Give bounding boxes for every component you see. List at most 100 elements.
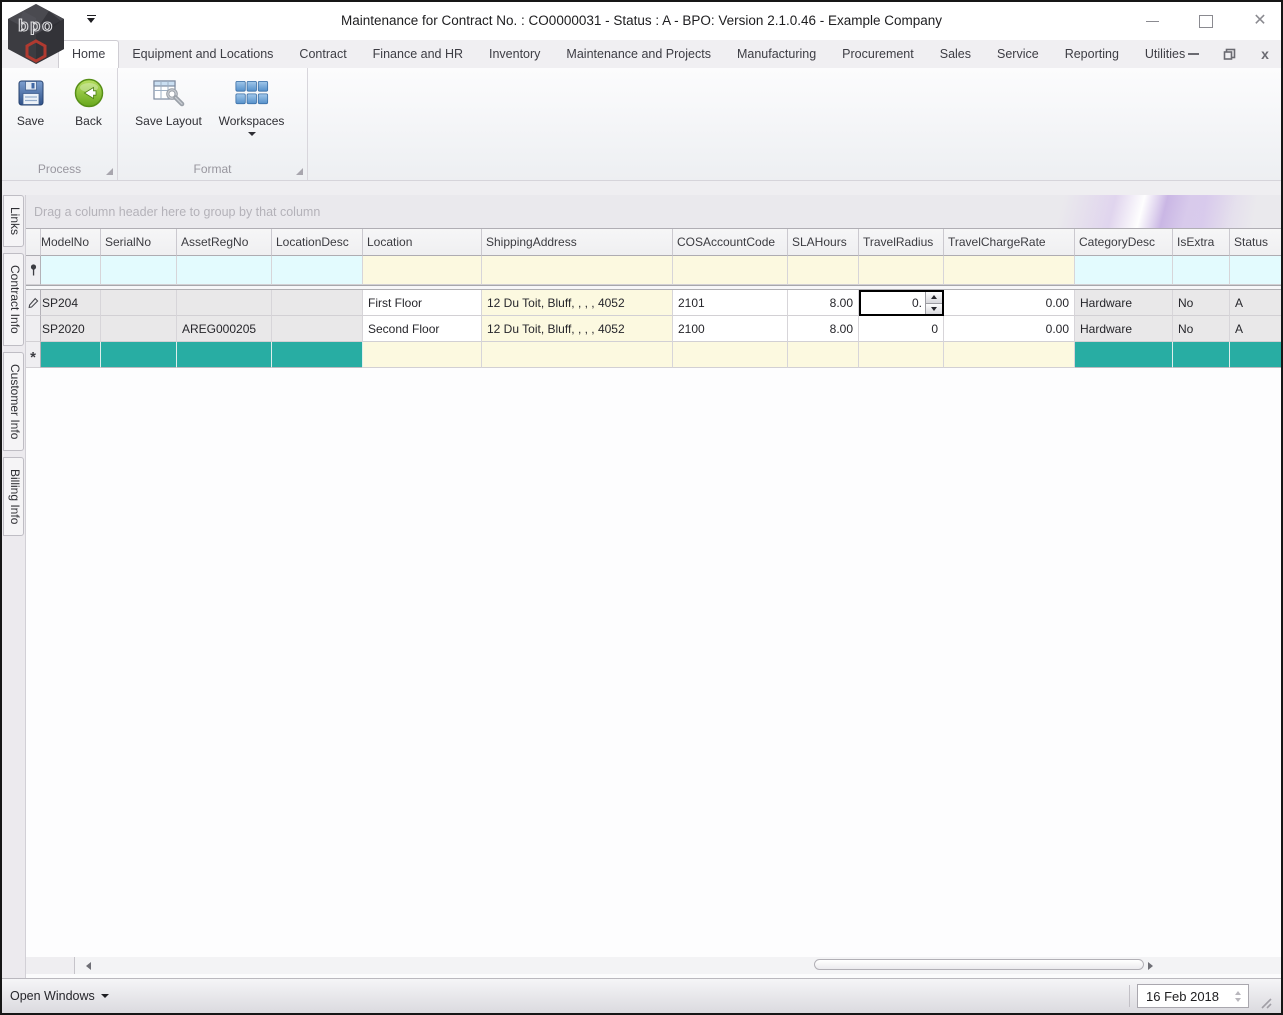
new-cell-serialno[interactable] [101,342,177,368]
cell-status[interactable]: A [1230,290,1281,316]
ribbon-restore-button[interactable] [1219,44,1239,64]
column-header-location[interactable]: Location [363,229,482,256]
tab-inventory[interactable]: Inventory [476,41,553,68]
filter-cell-slahours[interactable] [788,256,859,285]
format-dialog-launcher-icon[interactable] [296,168,303,175]
column-header-shippingaddress[interactable]: ShippingAddress [482,229,673,256]
resize-grip-icon[interactable] [1259,996,1273,1010]
cell-location[interactable]: Second Floor [363,316,482,342]
new-cell-shippingaddress[interactable] [482,342,673,368]
new-cell-cosaccountcode[interactable] [673,342,788,368]
save-button[interactable]: Save [3,76,59,158]
cell-cosaccountcode[interactable]: 2101 [673,290,788,316]
new-cell-modelno[interactable] [41,342,101,368]
date-editor[interactable]: 16 Feb 2018 [1137,984,1249,1008]
column-header-status[interactable]: Status [1230,229,1281,256]
filter-cell-isextra[interactable] [1173,256,1230,285]
cell-locationdesc[interactable] [272,316,363,342]
column-header-modelno[interactable]: ModelNo [41,229,101,256]
new-cell-status[interactable] [1230,342,1281,368]
new-cell-assetregno[interactable] [177,342,272,368]
cell-assetregno[interactable] [177,290,272,316]
cell-travelchargerate[interactable]: 0.00 [944,316,1075,342]
filter-cell-modelno[interactable] [41,256,101,285]
process-dialog-launcher-icon[interactable] [106,168,113,175]
new-cell-isextra[interactable] [1173,342,1230,368]
group-by-panel[interactable]: Drag a column header here to group by th… [26,195,1281,229]
tab-equipment-and-locations[interactable]: Equipment and Locations [119,41,286,68]
window-close-button[interactable]: ✕ [1247,9,1273,33]
column-header-assetregno[interactable]: AssetRegNo [177,229,272,256]
date-spin-buttons[interactable] [1230,990,1248,1002]
tab-reporting[interactable]: Reporting [1052,41,1132,68]
cell-categorydesc[interactable]: Hardware [1075,316,1173,342]
new-cell-location[interactable] [363,342,482,368]
sidebar-tab-contract-info[interactable]: Contract Info [3,253,24,346]
window-minimize-button[interactable] [1139,9,1165,33]
column-header-slahours[interactable]: SLAHours [788,229,859,256]
sidebar-tab-billing-info[interactable]: Billing Info [3,457,24,537]
save-layout-button[interactable]: Save Layout [131,76,207,158]
tab-manufacturing[interactable]: Manufacturing [724,41,829,68]
tab-service[interactable]: Service [984,41,1052,68]
spin-editor-value[interactable]: 0. [861,292,925,314]
tab-procurement[interactable]: Procurement [829,41,927,68]
sidebar-tab-customer-info[interactable]: Customer Info [3,351,24,452]
filter-cell-cosaccountcode[interactable] [673,256,788,285]
cell-modelno[interactable]: SP2020 [41,316,101,342]
sidebar-tab-links[interactable]: Links [3,195,24,248]
filter-cell-serialno[interactable] [101,256,177,285]
tab-sales[interactable]: Sales [927,41,984,68]
column-header-travelradius[interactable]: TravelRadius [859,229,944,256]
cell-shippingaddress[interactable]: 12 Du Toit, Bluff, , , , 4052 [482,316,673,342]
ribbon-close-button[interactable]: x [1255,44,1275,64]
cell-modelno[interactable]: SP204 [41,290,101,316]
filter-cell-locationdesc[interactable] [272,256,363,285]
cell-serialno[interactable] [101,316,177,342]
spin-down-button[interactable] [926,303,942,314]
cell-status[interactable]: A [1230,316,1281,342]
cell-isextra[interactable]: No [1173,316,1230,342]
column-header-locationdesc[interactable]: LocationDesc [272,229,363,256]
column-header-serialno[interactable]: SerialNo [101,229,177,256]
tab-contract[interactable]: Contract [286,41,359,68]
cell-location[interactable]: First Floor [363,290,482,316]
tab-finance-and-hr[interactable]: Finance and HR [360,41,476,68]
horizontal-scrollbar[interactable] [26,957,1281,974]
back-button[interactable]: Back [61,76,117,158]
cell-shippingaddress[interactable]: 12 Du Toit, Bluff, , , , 4052 [482,290,673,316]
filter-cell-travelchargerate[interactable] [944,256,1075,285]
scrollbar-thumb[interactable] [814,959,1144,970]
filter-cell-categorydesc[interactable] [1075,256,1173,285]
new-cell-categorydesc[interactable] [1075,342,1173,368]
new-cell-travelchargerate[interactable] [944,342,1075,368]
cell-locationdesc[interactable] [272,290,363,316]
filter-cell-status[interactable] [1230,256,1281,285]
column-header-categorydesc[interactable]: CategoryDesc [1075,229,1173,256]
cell-slahours[interactable]: 8.00 [788,290,859,316]
open-windows-dropdown[interactable]: Open Windows [10,989,109,1003]
cell-slahours[interactable]: 8.00 [788,316,859,342]
new-cell-slahours[interactable] [788,342,859,368]
column-header-cosaccountcode[interactable]: COSAccountCode [673,229,788,256]
new-cell-locationdesc[interactable] [272,342,363,368]
cell-serialno[interactable] [101,290,177,316]
scroll-right-icon[interactable] [1148,961,1153,970]
window-maximize-button[interactable] [1193,9,1219,33]
filter-cell-travelradius[interactable] [859,256,944,285]
cell-travelradius-editor[interactable]: 0. [859,290,944,316]
column-header-travelchargerate[interactable]: TravelChargeRate [944,229,1075,256]
cell-assetregno[interactable]: AREG000205 [177,316,272,342]
filter-cell-assetregno[interactable] [177,256,272,285]
tab-maintenance-and-projects[interactable]: Maintenance and Projects [553,41,724,68]
bpo-logo-icon[interactable]: bpo [3,3,69,65]
workspaces-button[interactable]: Workspaces [209,76,295,158]
filter-cell-shippingaddress[interactable] [482,256,673,285]
quick-access-dropdown-icon[interactable] [86,15,96,23]
column-header-isextra[interactable]: IsExtra [1173,229,1230,256]
cell-isextra[interactable]: No [1173,290,1230,316]
spin-up-button[interactable] [926,292,942,304]
ribbon-minimize-button[interactable] [1183,44,1203,64]
new-cell-travelradius[interactable] [859,342,944,368]
filter-cell-location[interactable] [363,256,482,285]
